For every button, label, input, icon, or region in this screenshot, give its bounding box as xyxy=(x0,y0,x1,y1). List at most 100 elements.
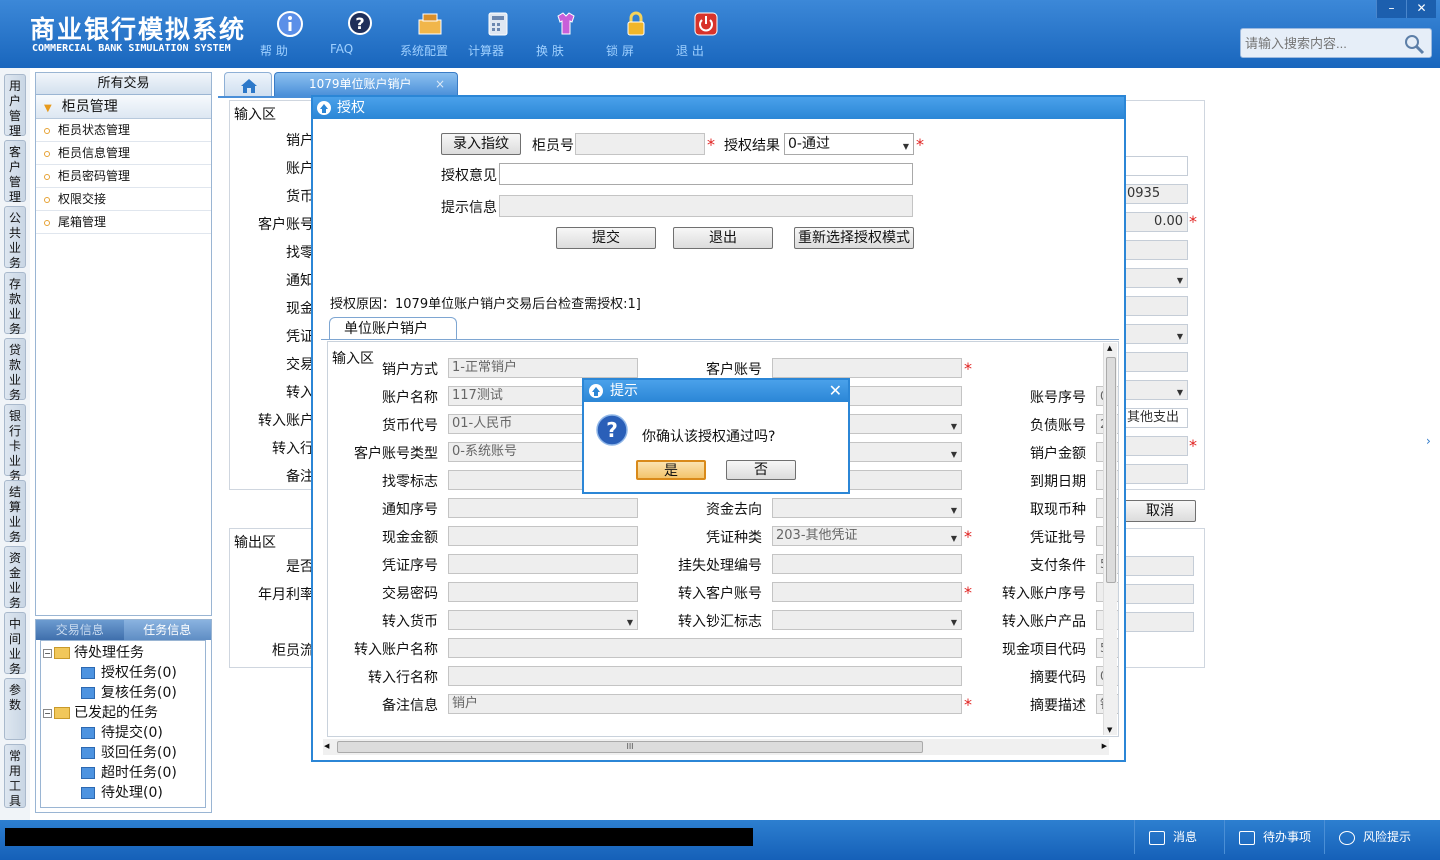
lock-button[interactable]: 锁 屏 xyxy=(606,8,666,62)
form-field[interactable]: 203-其他凭证 ▼ xyxy=(772,526,962,546)
search-input[interactable] xyxy=(1241,29,1401,57)
teller-no-field[interactable] xyxy=(575,133,705,155)
bg-label: 转入 xyxy=(286,385,314,401)
form-field[interactable]: 销户 xyxy=(448,694,962,714)
left-tab-card[interactable]: 银行卡业务 xyxy=(4,404,26,483)
reselect-mode-button[interactable]: 重新选择授权模式 xyxy=(794,227,914,249)
search-icon[interactable] xyxy=(1403,33,1425,55)
bg-field[interactable] xyxy=(1124,464,1188,484)
form-field[interactable] xyxy=(448,582,638,602)
left-tab-loan[interactable]: 贷款业务 xyxy=(4,338,26,402)
submit-button[interactable]: 提交 xyxy=(556,227,656,249)
messages-button[interactable]: 消息 xyxy=(1134,820,1224,854)
yes-button[interactable]: 是 xyxy=(636,460,706,480)
form-field[interactable]: ▼ xyxy=(448,610,638,630)
config-button[interactable]: 系统配置 xyxy=(400,8,460,62)
dialog-close-icon[interactable]: ✕ xyxy=(829,380,842,402)
auth-result-select[interactable]: 0-通过 ▼ xyxy=(784,133,914,155)
tree-node-to-process[interactable]: 待处理(0) xyxy=(41,783,205,803)
scroll-left-icon[interactable]: ◀ xyxy=(324,742,329,750)
bg-dropdown[interactable]: 其他支出 xyxy=(1124,408,1188,428)
bg-field[interactable] xyxy=(1124,296,1188,316)
left-tab-public[interactable]: 公共业务 xyxy=(4,206,26,270)
left-tab-settlement[interactable]: 结算业务 xyxy=(4,480,26,544)
no-button[interactable]: 否 xyxy=(726,460,796,480)
tree-node-review-tasks[interactable]: 复核任务(0) xyxy=(41,683,205,703)
calculator-button[interactable]: 计算器 xyxy=(468,8,528,62)
scroll-down-icon[interactable]: ▼ xyxy=(1107,726,1112,734)
tree-node-to-submit[interactable]: 待提交(0) xyxy=(41,723,205,743)
menu-item-teller-info[interactable]: 柜员信息管理 xyxy=(36,142,211,165)
form-field[interactable] xyxy=(772,358,962,378)
menu-item-handover[interactable]: 权限交接 xyxy=(36,188,211,211)
tab-transaction-info[interactable]: 交易信息 xyxy=(36,620,124,640)
document-icon xyxy=(81,667,95,679)
auth-exit-button[interactable]: 退出 xyxy=(673,227,773,249)
menu-group-teller[interactable]: ▼ 柜员管理 xyxy=(36,95,211,119)
form-field[interactable] xyxy=(448,638,962,658)
menu-item-teller-password[interactable]: 柜员密码管理 xyxy=(36,165,211,188)
left-tab-user[interactable]: 用户管理 xyxy=(4,74,26,138)
home-tab[interactable] xyxy=(224,72,272,96)
bg-field[interactable] xyxy=(1124,584,1194,604)
form-field[interactable]: ▼ xyxy=(772,610,962,630)
bg-dropdown[interactable]: ▼ xyxy=(1124,324,1188,344)
tab-account-closure[interactable]: 1079单位账户销户 × xyxy=(274,72,458,96)
tree-node-initiated[interactable]: − 已发起的任务 xyxy=(41,703,205,723)
bg-field[interactable] xyxy=(1124,240,1188,260)
menu-item-teller-status[interactable]: 柜员状态管理 xyxy=(36,119,211,142)
faq-button[interactable]: ? FAQ xyxy=(330,8,390,62)
form-field[interactable] xyxy=(448,526,638,546)
left-tab-tools[interactable]: 常用工具 xyxy=(4,744,26,808)
menu-item-tail-box[interactable]: 尾箱管理 xyxy=(36,211,211,234)
collapse-panel-icon[interactable]: › xyxy=(1426,434,1431,448)
vertical-scrollbar[interactable]: ▲ ▼ xyxy=(1103,343,1117,735)
bg-field[interactable] xyxy=(1124,352,1188,372)
help-button[interactable]: 帮 助 xyxy=(260,8,320,62)
form-field[interactable]: 1-正常销户 xyxy=(448,358,638,378)
tree-node-rejected[interactable]: 驳回任务(0) xyxy=(41,743,205,763)
minimize-button[interactable]: – xyxy=(1376,0,1406,18)
vertical-scroll-thumb[interactable] xyxy=(1106,357,1116,583)
left-tab-customer[interactable]: 客户管理 xyxy=(4,140,26,204)
left-tab-params[interactable]: 参数 xyxy=(4,678,26,740)
auth-opinion-input[interactable] xyxy=(499,163,913,185)
bg-field[interactable]: 0935 xyxy=(1124,184,1188,204)
fingerprint-button[interactable]: 录入指纹 xyxy=(441,133,521,155)
scroll-right-icon[interactable]: ▶ xyxy=(1102,742,1107,750)
left-tab-intermediary[interactable]: 中间业务 xyxy=(4,612,26,676)
bg-field[interactable] xyxy=(1124,436,1188,456)
tab-task-info[interactable]: 任务信息 xyxy=(123,620,211,640)
tree-node-auth-tasks[interactable]: 授权任务(0) xyxy=(41,663,205,683)
left-tab-fund[interactable]: 资金业务 xyxy=(4,546,26,610)
form-field[interactable] xyxy=(448,666,962,686)
horizontal-scrollbar[interactable]: ◀ III ▶ xyxy=(323,739,1109,755)
scroll-up-icon[interactable]: ▲ xyxy=(1107,344,1112,352)
form-field[interactable] xyxy=(448,498,638,518)
form-field[interactable] xyxy=(772,582,962,602)
bg-field[interactable] xyxy=(1124,612,1194,632)
todo-button[interactable]: 待办事项 xyxy=(1224,820,1324,854)
tree-node-timeout[interactable]: 超时任务(0) xyxy=(41,763,205,783)
window-close-button[interactable]: ✕ xyxy=(1406,0,1436,18)
menu-header[interactable]: 所有交易 xyxy=(36,73,211,95)
form-field[interactable] xyxy=(448,554,638,574)
bg-dropdown[interactable]: ▼ xyxy=(1124,268,1188,288)
risk-alert-button[interactable]: 风险提示 xyxy=(1324,820,1440,854)
bg-cancel-button[interactable]: 取消 xyxy=(1124,500,1196,522)
skin-button[interactable]: 换 肤 xyxy=(536,8,596,62)
collapse-icon[interactable]: − xyxy=(43,708,52,718)
exit-button[interactable]: 退 出 xyxy=(676,8,736,62)
form-field[interactable] xyxy=(772,554,962,574)
form-field[interactable]: ▼ xyxy=(772,498,962,518)
tab-unit-account-closure[interactable]: 单位账户销户 xyxy=(329,317,457,339)
bg-dropdown[interactable]: ▼ xyxy=(1124,380,1188,400)
collapse-icon[interactable]: − xyxy=(43,648,52,658)
tree-node-pending[interactable]: − 待处理任务 xyxy=(41,643,205,663)
tab-close-icon[interactable]: × xyxy=(435,73,445,95)
bg-field-amount[interactable]: 0.00 xyxy=(1124,212,1188,232)
bg-field[interactable] xyxy=(1124,556,1194,576)
horizontal-scroll-thumb[interactable]: III xyxy=(337,741,923,753)
bg-field[interactable] xyxy=(1124,156,1188,176)
left-tab-deposit[interactable]: 存款业务 xyxy=(4,272,26,336)
